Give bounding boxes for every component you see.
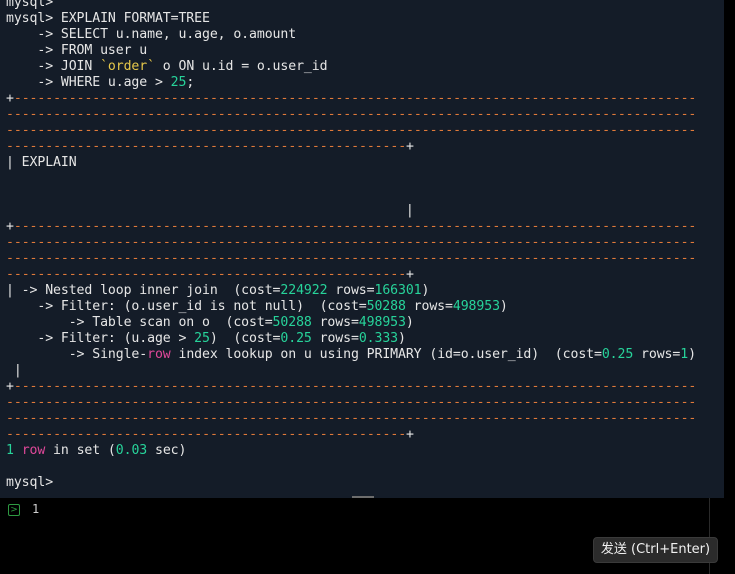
terminal-line: -> Table scan on o (cost=50288 rows=4989… [6,315,414,330]
terminal-line: -> FROM user u [6,43,148,58]
terminal-line: | [6,203,414,218]
terminal-line: +---------------------------------------… [6,91,697,106]
command-input-area[interactable]: > 1 发送 (Ctrl+Enter) [0,498,735,574]
terminal-line: ----------------------------------------… [6,411,697,426]
send-button[interactable]: 发送 (Ctrl+Enter) [593,537,718,563]
terminal-line: -> Filter: (u.age > 25) (cost=0.25 rows=… [6,331,406,346]
terminal-line: | [6,363,22,378]
terminal-line: ----------------------------------------… [6,267,414,282]
terminal-output[interactable]: mysql> mysql> EXPLAIN FORMAT=TREE -> SEL… [0,0,724,498]
terminal-line: mysql> [6,475,54,490]
terminal-line: -> SELECT u.name, u.age, o.amount [6,27,297,42]
terminal-line: | EXPLAIN [6,155,77,170]
terminal-line: 1 row in set (0.03 sec) [6,443,187,458]
terminal-line: ----------------------------------------… [6,123,697,138]
terminal-line: ----------------------------------------… [6,395,697,410]
terminal-line: +---------------------------------------… [6,379,697,394]
terminal-text: mysql> mysql> EXPLAIN FORMAT=TREE -> SEL… [6,0,696,491]
terminal-line: mysql> EXPLAIN FORMAT=TREE [6,11,210,26]
terminal-line: +---------------------------------------… [6,219,697,234]
terminal-line: ----------------------------------------… [6,139,414,154]
terminal-line: -> Filter: (o.user_id is not null) (cost… [6,299,508,314]
terminal-line: | -> Nested loop inner join (cost=224922… [6,283,430,298]
terminal-line: ----------------------------------------… [6,251,697,266]
command-input[interactable]: 1 [32,502,39,516]
terminal-line: -> WHERE u.age > 25; [6,75,195,90]
terminal-line: -> Single-row index lookup on u using PR… [6,347,696,362]
terminal-line: ----------------------------------------… [6,107,697,122]
terminal-line: mysql> [6,0,54,10]
terminal-prompt-icon: > [8,504,20,516]
terminal-line: ----------------------------------------… [6,427,414,442]
terminal-line: -> JOIN `order` o ON u.id = o.user_id [6,59,328,74]
vertical-scrollbar[interactable] [724,0,735,498]
terminal-line: ----------------------------------------… [6,235,697,250]
